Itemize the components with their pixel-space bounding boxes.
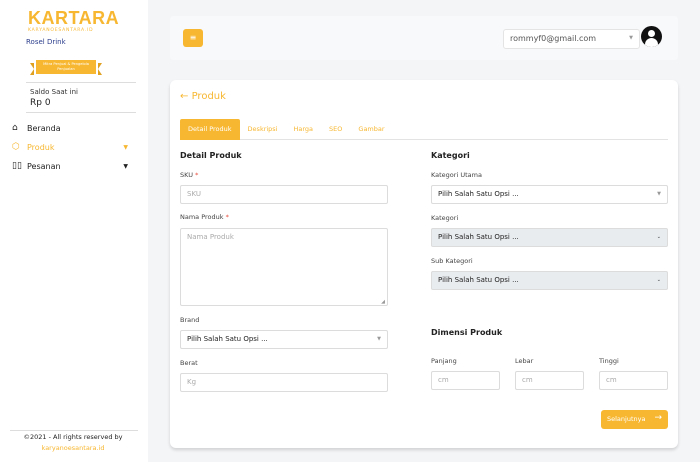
weight-label: Berat [180,359,198,367]
tab-deskripsi[interactable]: Deskripsi [240,119,286,140]
tab-gambar[interactable]: Gambar [350,119,392,140]
category-select[interactable]: Pilih Salah Satu Opsi ... ⌄ [431,228,668,247]
sub-category-select[interactable]: Pilih Salah Satu Opsi ... ⌄ [431,271,668,290]
user-account-dropdown[interactable]: rommyf0@gmail.com ▼ [503,29,640,49]
divider [26,112,136,113]
chevron-down-icon: ▼ [123,162,128,170]
chevron-down-icon: ▼ [377,336,381,342]
store-name: Rosel Drink [26,38,66,46]
chevron-down-icon: ▼ [629,35,633,41]
box-icon: ⬡ [12,142,20,152]
sidebar-item-label: Pesanan [27,161,61,171]
home-icon: ⌂ [12,123,18,133]
weight-input[interactable]: Kg [180,373,388,392]
main-category-select[interactable]: Pilih Salah Satu Opsi ... ▼ [431,185,668,204]
topbar: ≡ rommyf0@gmail.com ▼ [170,16,678,60]
divider [10,430,138,431]
chevron-down-icon: ⌄ [656,234,661,240]
brand-select[interactable]: Pilih Salah Satu Opsi ... ▼ [180,330,388,349]
height-label: Tinggi [599,357,619,365]
sidebar-item-pesanan[interactable]: ▯▯ Pesanan ▼ [12,161,128,171]
product-form-card: ← Produk Detail Produk Deskripsi Harga S… [170,80,678,448]
section-title: Kategori [431,151,470,160]
back-link[interactable]: ← Produk [180,91,226,102]
next-button[interactable]: Selanjutnya → [601,410,668,429]
product-name-label: Nama Produk * [180,213,229,221]
sidebar-item-beranda[interactable]: ⌂ Beranda [12,123,128,133]
tabs: Detail Produk Deskripsi Harga SEO Gambar [180,119,668,140]
menu-toggle-button[interactable]: ≡ [183,29,203,47]
user-email: rommyf0@gmail.com [510,34,597,43]
width-label: Lebar [515,357,534,365]
divider [26,82,136,83]
avatar[interactable] [641,26,662,47]
product-name-textarea[interactable]: Nama Produk ◢ [180,228,388,306]
sidebar-item-label: Beranda [27,123,61,133]
saldo-value: Rp 0 [30,98,51,108]
logo[interactable]: KARTARA KARYANOESANTARA.ID [28,8,119,33]
sku-input[interactable]: SKU [180,185,388,204]
saldo-label: Saldo Saat ini [30,88,78,96]
main-category-label: Kategori Utama [431,171,482,179]
arrow-right-icon: → [654,413,662,423]
sub-category-label: Sub Kategori [431,257,473,265]
length-input[interactable]: cm [431,371,500,390]
book-icon: ▯▯ [12,161,22,171]
length-label: Panjang [431,357,457,365]
section-title: Detail Produk [180,151,242,160]
chevron-down-icon: ▼ [123,143,128,151]
sidebar: KARTARA KARYANOESANTARA.ID Rosel Drink M… [0,0,148,462]
footer-link[interactable]: karyanoesantara.id [10,444,136,452]
tab-detail-produk[interactable]: Detail Produk [180,119,240,140]
resize-handle[interactable]: ◢ [381,299,385,305]
arrow-left-icon: ← [180,91,189,102]
partner-ribbon-badge: Mitra Penjual & Pengelola Penjualan [30,60,102,75]
back-label: Produk [191,91,226,102]
sidebar-item-produk[interactable]: ⬡ Produk ▼ [12,142,128,152]
width-input[interactable]: cm [515,371,584,390]
next-button-label: Selanjutnya [607,415,646,423]
sidebar-item-label: Produk [27,142,55,152]
chevron-down-icon: ⌄ [656,277,661,283]
footer-text: ©2021 - All rights reserved by [23,433,123,441]
chevron-down-icon: ▼ [657,191,661,197]
brand-label: Brand [180,316,200,324]
section-title: Dimensi Produk [431,328,503,337]
category-label: Kategori [431,214,459,222]
tab-seo[interactable]: SEO [321,119,350,140]
footer: ©2021 - All rights reserved by karyanoes… [10,433,136,452]
height-input[interactable]: cm [599,371,668,390]
logo-text: KARTARA [28,8,120,28]
sku-label: SKU * [180,171,199,179]
tab-harga[interactable]: Harga [286,119,322,140]
